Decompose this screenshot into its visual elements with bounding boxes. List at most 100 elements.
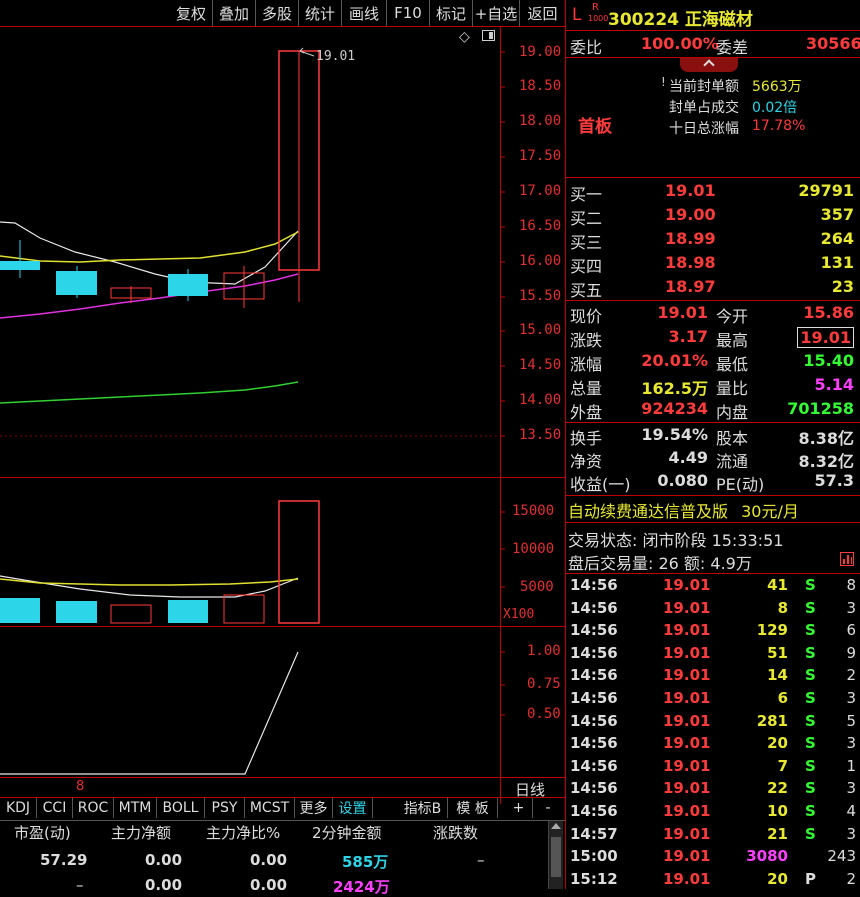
tick-count: 9	[846, 643, 856, 662]
quote-label: 今开	[716, 307, 749, 326]
vol-bar	[0, 598, 40, 623]
bid-row[interactable]: 买二 19.00 357	[568, 205, 858, 229]
divider	[566, 300, 860, 301]
divider	[566, 522, 860, 523]
toolbar-draw-line[interactable]: 画线	[342, 0, 387, 26]
quote-label: 最高	[716, 331, 749, 350]
tab-cci[interactable]: CCI	[37, 798, 73, 818]
vol-tick: 10000	[512, 541, 555, 557]
tab-roc[interactable]: ROC	[73, 798, 114, 818]
info-dot-icon: !	[661, 75, 666, 89]
tab-kdj[interactable]: KDJ	[0, 798, 37, 818]
tick-time: 14:56	[570, 711, 618, 730]
quote-value: 20.01%	[641, 351, 708, 370]
price-tick: 13.50	[519, 427, 562, 443]
tick-direction: S	[805, 824, 816, 843]
tick-volume: 20	[767, 869, 788, 888]
quote-label: 最低	[716, 355, 749, 374]
table-header: 2分钟金额	[312, 824, 382, 842]
toolbar-multi-stock[interactable]: 多股	[256, 0, 299, 26]
tick-row: 14:56 19.01 14 S 2	[568, 666, 860, 689]
after-hours-line: 盘后交易量: 26 额: 4.9万	[568, 554, 752, 573]
zoom-in-button[interactable]: +	[505, 798, 533, 818]
bar-chart-icon[interactable]	[840, 552, 854, 566]
price-tick: 14.00	[519, 392, 562, 408]
toolbar-fuquan[interactable]: 复权	[170, 0, 213, 26]
tab-mcst[interactable]: MCST	[245, 798, 295, 818]
toolbar-mark[interactable]: 标记	[430, 0, 473, 26]
tab-template[interactable]: 模 板	[448, 798, 498, 818]
seal-row-value: 0.02倍	[752, 100, 798, 116]
tick-row: 14:56 19.01 51 S 9	[568, 644, 860, 667]
bid-label: 买二	[570, 209, 603, 228]
tick-price: 19.01	[663, 666, 711, 685]
tick-price: 19.01	[663, 689, 711, 707]
tick-price: 19.01	[663, 711, 711, 730]
scroll-thumb[interactable]	[551, 837, 561, 877]
tab-psy[interactable]: PSY	[205, 798, 245, 818]
zoom-out-button[interactable]: -	[533, 798, 563, 818]
tab-indicator-b[interactable]: 指标B	[398, 798, 448, 818]
bid-volume: 29791	[798, 181, 854, 200]
toolbar-statistics[interactable]: 统计	[299, 0, 342, 26]
table-cell: 585万	[342, 853, 389, 871]
tick-direction: S	[805, 734, 816, 753]
vol-bar	[110, 604, 152, 624]
scroll-up-icon[interactable]	[551, 823, 561, 829]
table-header: 市盈(动)	[14, 824, 71, 842]
bid-volume: 131	[820, 253, 854, 272]
tick-count: 8	[846, 576, 856, 594]
tab-settings[interactable]: 设置	[333, 798, 373, 818]
indicator-line	[0, 651, 299, 775]
tick-volume: 51	[767, 643, 788, 662]
tick-price: 19.01	[663, 734, 711, 753]
vol-ma-white	[0, 575, 299, 598]
toolbar-add-watchlist[interactable]: +自选	[473, 0, 520, 26]
tick-volume: 14	[767, 666, 788, 685]
tick-row: 14:56 19.01 22 S 3	[568, 779, 860, 802]
tick-count: 2	[846, 666, 856, 685]
table-cell: 0.00	[250, 876, 288, 894]
tick-count: 3	[846, 734, 856, 753]
tab-more[interactable]: 更多	[295, 798, 333, 818]
collapse-toggle[interactable]	[680, 58, 738, 72]
bid-price: 19.00	[665, 205, 716, 224]
table-cell: 0.00	[250, 851, 288, 869]
tab-boll[interactable]: BOLL	[157, 798, 205, 818]
vol-unit-label: X100	[503, 607, 535, 622]
tick-price: 19.01	[663, 576, 711, 594]
divider	[566, 573, 860, 574]
tick-row: 14:56 19.01 20 S 3	[568, 734, 860, 757]
tick-row: 14:56 19.01 7 S 1	[568, 757, 860, 780]
tick-time: 14:56	[570, 779, 618, 798]
toolbar-overlay[interactable]: 叠加	[213, 0, 256, 26]
promo-price: 30元/月	[741, 502, 799, 521]
price-tick: 16.00	[519, 253, 562, 269]
bid-volume: 357	[820, 205, 854, 224]
bid-price: 19.01	[665, 181, 716, 200]
promo-banner[interactable]: 自动续费通达信普及版 30元/月	[568, 498, 799, 522]
tick-volume: 129	[756, 621, 788, 640]
bid-row[interactable]: 买五 18.97 23	[568, 277, 858, 301]
bid-row[interactable]: 买三 18.99 264	[568, 229, 858, 253]
price-tick: 18.00	[519, 113, 562, 129]
ma-magenta-line	[0, 273, 299, 319]
stock-header: L R 1000 300224 正海磁材	[566, 0, 860, 31]
ind-tick: 1.00	[527, 643, 561, 659]
tick-count: 5	[846, 711, 856, 730]
toolbar-f10[interactable]: F10	[387, 0, 430, 26]
bid-label: 买五	[570, 281, 603, 300]
table-cell: –	[477, 851, 485, 869]
bid-row[interactable]: 买四 18.98 131	[568, 253, 858, 277]
table-scrollbar[interactable]	[548, 821, 563, 889]
bid-label: 买一	[570, 185, 603, 204]
tick-time: 15:12	[570, 869, 618, 888]
toolbar-back[interactable]: 返回	[520, 0, 565, 26]
vol-bar	[278, 500, 320, 624]
bid-row[interactable]: 买一 19.01 29791	[568, 181, 858, 205]
bid-price: 18.97	[665, 277, 716, 296]
tab-mtm[interactable]: MTM	[114, 798, 157, 818]
tick-time: 14:56	[570, 598, 618, 617]
tick-price: 19.01	[663, 779, 711, 798]
high-price-label: 19.01	[316, 49, 356, 64]
